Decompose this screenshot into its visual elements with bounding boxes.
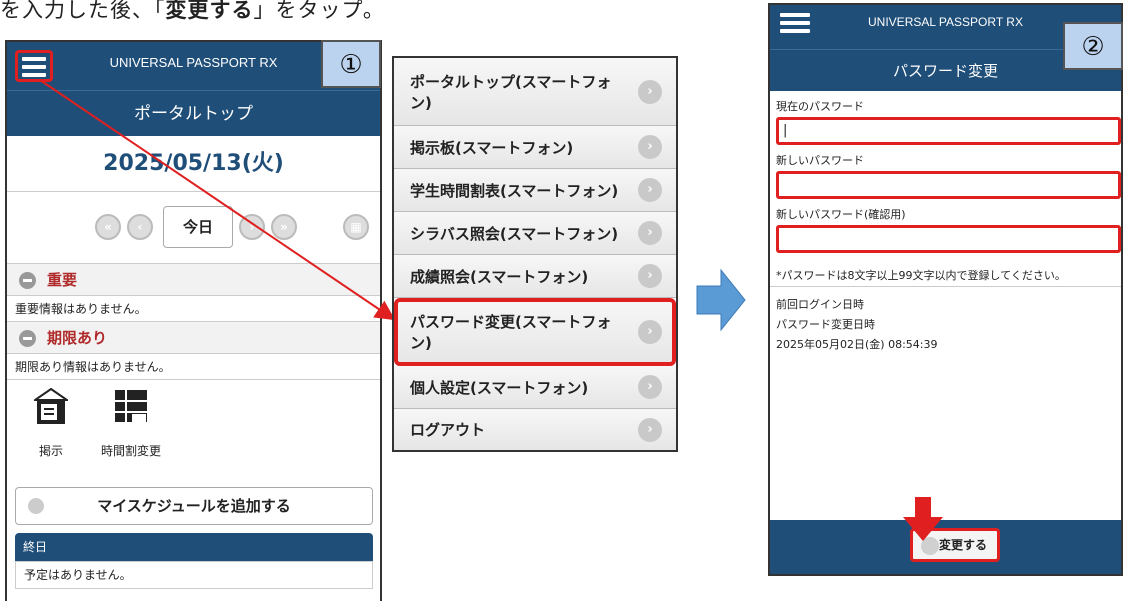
new-password-field[interactable] <box>776 171 1121 199</box>
menu-item-logout[interactable]: ログアウト › <box>394 409 676 450</box>
date-navigation: « ‹ 今日 › » ▦ <box>7 192 380 264</box>
menu-item-label: 学生時間割表(スマートフォン) <box>410 181 619 200</box>
caption-text-before: を入力した後、「 <box>0 0 166 22</box>
calendar-icon[interactable]: ▦ <box>343 214 369 240</box>
first-page-icon[interactable]: « <box>95 214 121 240</box>
password-change-screen: UNIVERSAL PASSPORT RX パスワード変更 現在のパスワード |… <box>768 3 1123 576</box>
all-day-text: 予定はありません。 <box>15 561 373 589</box>
password-rule-note: *パスワードは8文字以上99文字以内で登録してください。 <box>770 267 1121 287</box>
chevron-right-icon: › <box>638 417 662 442</box>
caption-text-bold: 変更する <box>165 0 254 22</box>
step-badge-2: ② <box>1063 22 1123 70</box>
next-icon[interactable]: › <box>239 214 265 240</box>
pencil-icon <box>28 498 44 514</box>
menu-item-grades[interactable]: 成績照会(スマートフォン) › <box>394 255 676 298</box>
footer-bar: 変更する <box>770 520 1121 574</box>
menu-item-label: ログアウト <box>410 421 486 439</box>
menu-item-label: ポータルトップ(スマートフォン) <box>410 72 612 112</box>
menu-item-label: パスワード変更(スマートフォン) <box>410 312 612 352</box>
chevron-right-icon: › <box>638 264 662 288</box>
last-login-label: 前回ログイン日時 <box>776 298 864 311</box>
menu-item-label: 個人設定(スマートフォン) <box>410 378 589 397</box>
chevron-right-icon: › <box>638 178 662 202</box>
deadline-section-header[interactable]: 期限あり <box>7 322 380 354</box>
down-arrow-icon <box>903 497 943 541</box>
timetable-change-tile[interactable]: 時間割変更 <box>91 388 171 459</box>
shortcut-tiles: 掲示 時間割変更 <box>7 380 380 468</box>
chevron-right-icon: › <box>638 319 662 344</box>
bulletin-board-icon <box>31 387 71 424</box>
add-my-schedule-label: マイスケジュールを追加する <box>97 497 291 515</box>
instruction-caption: を入力した後、「変更する」をタップ。 <box>0 0 385 24</box>
bulletin-tile[interactable]: 掲示 <box>11 387 91 459</box>
submit-label: 変更する <box>938 538 987 552</box>
step-badge-1: ① <box>321 40 381 88</box>
important-text: 重要情報はありません。 <box>7 296 380 322</box>
important-heading: 重要 <box>47 271 78 289</box>
password-changed-value: 2025年05月02日(金) 08:54:39 <box>776 338 938 351</box>
timetable-change-icon <box>115 390 147 424</box>
menu-item-label: シラバス照会(スマートフォン) <box>410 224 619 243</box>
previous-icon[interactable]: ‹ <box>127 214 153 240</box>
deadline-heading: 期限あり <box>47 329 108 347</box>
menu-item-label: 掲示板(スマートフォン) <box>410 138 574 157</box>
tile-label: 掲示 <box>38 444 63 458</box>
menu-item-syllabus[interactable]: シラバス照会(スマートフォン) › <box>394 212 676 255</box>
current-password-label: 現在のパスワード <box>776 100 864 113</box>
portal-top-screen: UNIVERSAL PASSPORT RX ポータルトップ 2025/05/13… <box>5 40 382 601</box>
deadline-text: 期限あり情報はありません。 <box>7 354 380 380</box>
navigation-menu: ポータルトップ(スマートフォン) › 掲示板(スマートフォン) › 学生時間割表(ス… <box>392 56 678 452</box>
menu-item-personal-settings[interactable]: 個人設定(スマートフォン) › <box>394 366 676 409</box>
page-title: ポータルトップ <box>7 90 380 136</box>
collapse-icon <box>19 330 36 347</box>
chevron-right-icon: › <box>638 375 662 399</box>
add-my-schedule-button[interactable]: マイスケジュールを追加する <box>15 487 373 525</box>
chevron-right-icon: › <box>638 221 662 245</box>
collapse-icon <box>19 272 36 289</box>
caption-text-after: 」をタップ。 <box>253 0 385 22</box>
menu-item-password-change[interactable]: パスワード変更(スマートフォン) › <box>394 298 676 366</box>
new-password-label: 新しいパスワード <box>776 154 864 167</box>
menu-item-portal-top[interactable]: ポータルトップ(スマートフォン) › <box>394 58 676 126</box>
today-button[interactable]: 今日 <box>163 206 233 248</box>
current-password-field[interactable]: | <box>776 117 1121 145</box>
menu-item-bulletin-board[interactable]: 掲示板(スマートフォン) › <box>394 126 676 169</box>
tile-label: 時間割変更 <box>100 444 161 458</box>
chevron-right-icon: › <box>638 135 662 159</box>
next-step-arrow-icon <box>696 268 746 332</box>
confirm-password-field[interactable] <box>776 225 1121 253</box>
menu-item-label: 成績照会(スマートフォン) <box>410 267 589 286</box>
password-changed-label: パスワード変更日時 <box>776 318 875 331</box>
menu-item-timetable[interactable]: 学生時間割表(スマートフォン) › <box>394 169 676 212</box>
all-day-header: 終日 <box>15 533 373 561</box>
confirm-password-label: 新しいパスワード(確認用) <box>776 208 906 221</box>
last-page-icon[interactable]: » <box>271 214 297 240</box>
current-date: 2025/05/13(火) <box>7 136 380 192</box>
chevron-right-icon: › <box>638 79 662 104</box>
important-section-header[interactable]: 重要 <box>7 264 380 296</box>
